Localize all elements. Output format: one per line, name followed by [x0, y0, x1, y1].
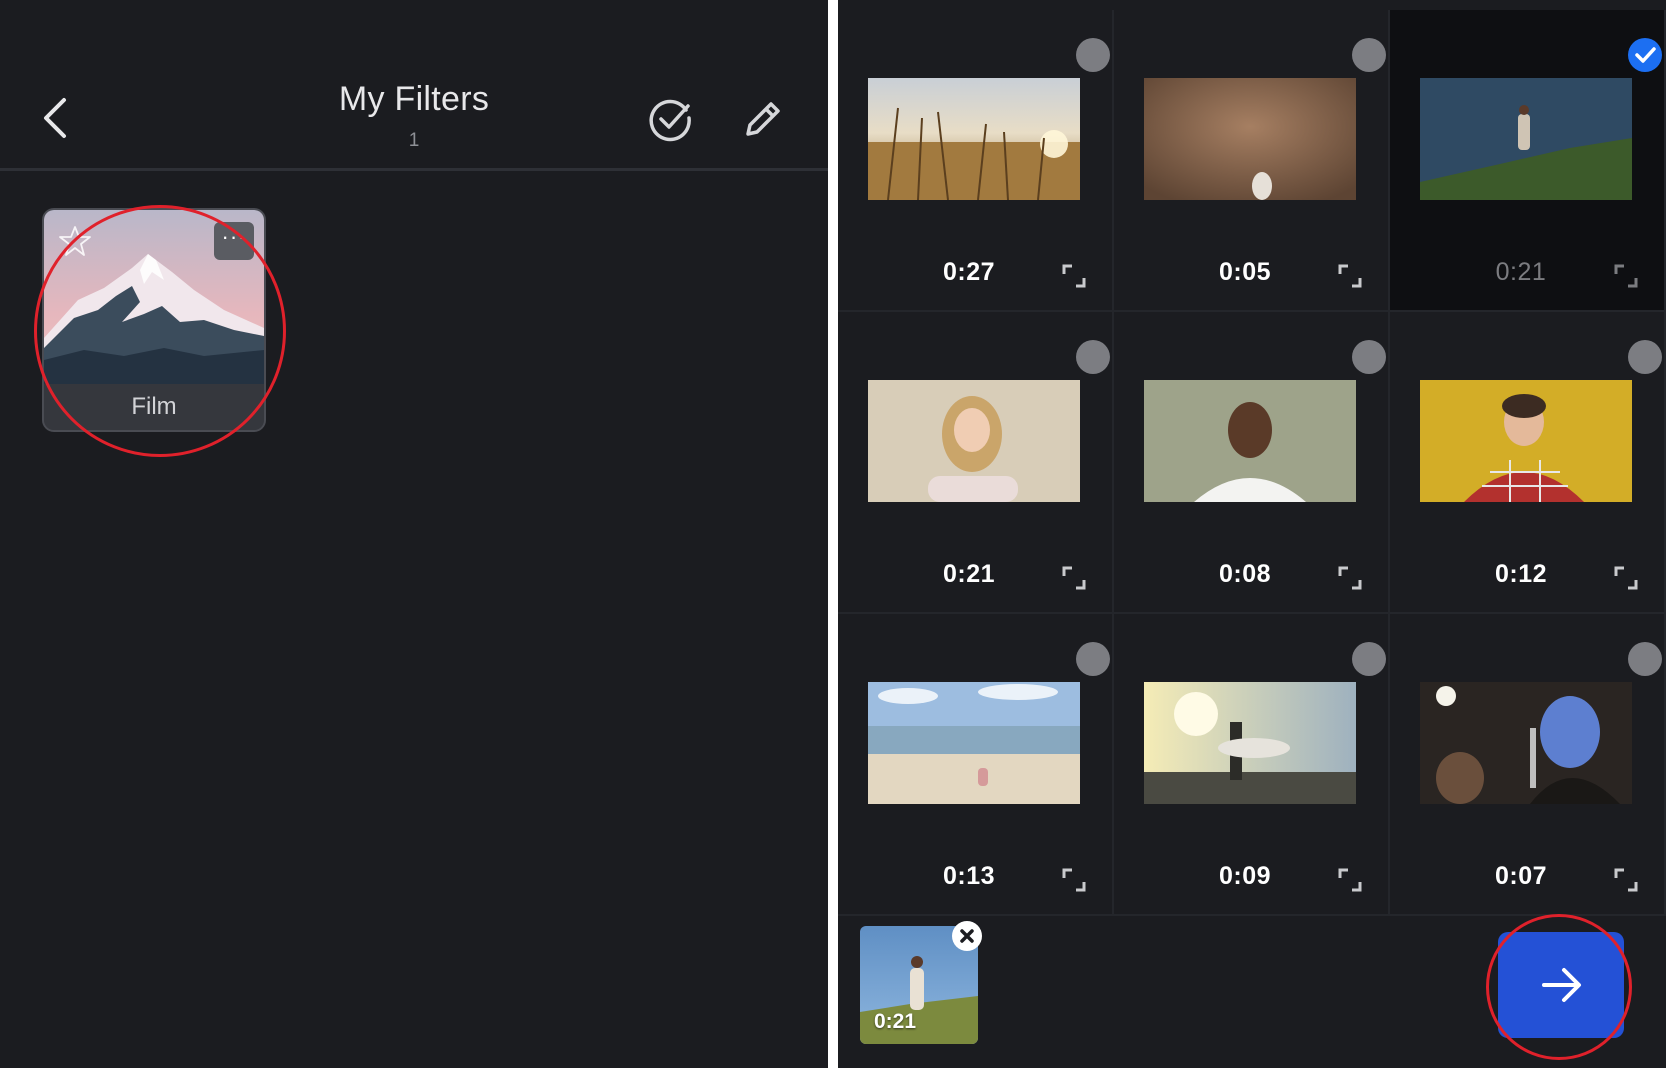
select-toggle[interactable]: [1352, 38, 1386, 72]
video-thumbnail: [1144, 682, 1356, 804]
expand-icon[interactable]: [1338, 868, 1362, 892]
video-item[interactable]: 0:08: [1114, 312, 1390, 614]
check-circle-icon: [649, 99, 691, 142]
filter-count: 1: [408, 130, 420, 151]
select-toggle[interactable]: [1352, 642, 1386, 676]
remove-clip-button[interactable]: [952, 921, 982, 951]
select-toggle[interactable]: [1628, 642, 1662, 676]
video-thumbnail: [1420, 380, 1632, 502]
video-item-selected[interactable]: 0:21: [1390, 10, 1666, 312]
video-thumbnail: [1144, 380, 1356, 502]
video-duration: 0:07: [1494, 862, 1548, 890]
video-duration: 0:09: [1218, 862, 1272, 890]
expand-icon[interactable]: [1062, 264, 1086, 288]
header-bar: My Filters 1: [0, 0, 828, 170]
arrow-right-icon: [1542, 968, 1581, 1002]
select-button[interactable]: [648, 96, 694, 142]
more-options-button[interactable]: ···: [214, 222, 254, 260]
expand-icon[interactable]: [1338, 264, 1362, 288]
edit-button[interactable]: [740, 96, 786, 142]
video-item[interactable]: 0:09: [1114, 614, 1390, 916]
select-toggle[interactable]: [1076, 38, 1110, 72]
video-item[interactable]: 0:12: [1390, 312, 1666, 614]
expand-icon[interactable]: [1614, 566, 1638, 590]
filter-name: Film: [44, 384, 264, 430]
star-outline-icon[interactable]: [58, 224, 92, 258]
expand-icon[interactable]: [1614, 868, 1638, 892]
video-item[interactable]: 0:13: [838, 614, 1114, 916]
video-duration: 0:27: [942, 258, 996, 286]
video-thumbnail: [868, 682, 1080, 804]
expand-icon[interactable]: [1614, 264, 1638, 288]
page-title: My Filters: [338, 80, 490, 118]
video-item[interactable]: 0:07: [1390, 614, 1666, 916]
selected-clip-duration: 0:21: [874, 1010, 917, 1033]
close-icon: [960, 929, 974, 943]
video-thumbnail: [1420, 78, 1632, 200]
video-thumbnail: [868, 380, 1080, 502]
video-item[interactable]: 0:27: [838, 10, 1114, 312]
pencil-icon: [746, 102, 780, 136]
video-grid: 0:27 0:05 0:21 0:21 0:08 0:12 0:13 0:09 …: [838, 10, 1666, 916]
video-duration: 0:05: [1218, 258, 1272, 286]
expand-icon[interactable]: [1062, 566, 1086, 590]
video-duration: 0:21: [942, 560, 996, 588]
select-toggle[interactable]: [1076, 642, 1110, 676]
filter-card-film[interactable]: ··· Film: [42, 208, 266, 432]
video-duration: 0:21: [1495, 258, 1547, 286]
checkmark-icon: [1635, 47, 1656, 63]
my-filters-screen: My Filters 1 ··· Film: [0, 0, 828, 1068]
select-toggle[interactable]: [1076, 340, 1110, 374]
next-button[interactable]: [1498, 932, 1624, 1038]
video-duration: 0:08: [1218, 560, 1272, 588]
video-item[interactable]: 0:05: [1114, 10, 1390, 312]
select-toggle-checked[interactable]: [1628, 38, 1662, 72]
video-item[interactable]: 0:21: [838, 312, 1114, 614]
video-picker-screen: 0:27 0:05 0:21 0:21 0:08 0:12 0:13 0:09 …: [838, 0, 1666, 1068]
expand-icon[interactable]: [1338, 566, 1362, 590]
select-toggle[interactable]: [1628, 340, 1662, 374]
header-divider: [0, 168, 828, 171]
video-thumbnail: [868, 78, 1080, 200]
expand-icon[interactable]: [1062, 868, 1086, 892]
video-duration: 0:12: [1494, 560, 1548, 588]
video-thumbnail: [1420, 682, 1632, 804]
video-duration: 0:13: [942, 862, 996, 890]
video-thumbnail: [1144, 78, 1356, 200]
select-toggle[interactable]: [1352, 340, 1386, 374]
panel-separator: [828, 0, 838, 1078]
